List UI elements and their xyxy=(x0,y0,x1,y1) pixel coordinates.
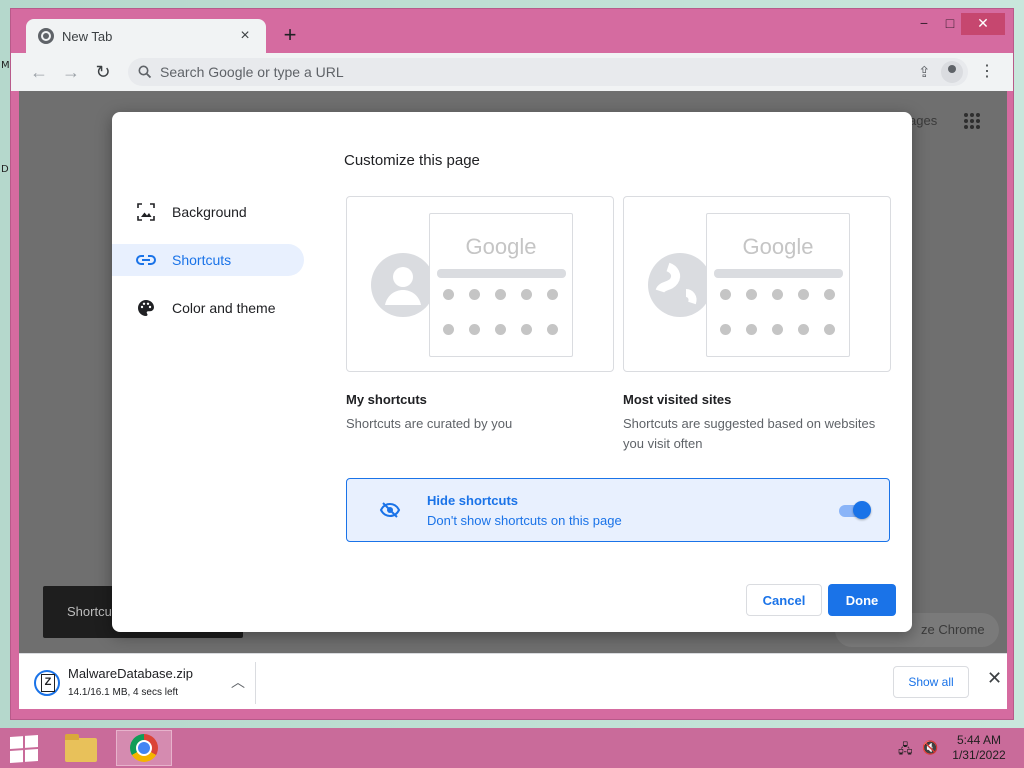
globe-icon xyxy=(648,253,712,317)
sidebar-item-label: Color and theme xyxy=(172,300,276,316)
hide-shortcuts-option[interactable]: Hide shortcuts Don't show shortcuts on t… xyxy=(346,478,890,542)
close-shelf-icon[interactable]: ✕ xyxy=(987,668,1002,689)
my-shortcuts-label: My shortcuts xyxy=(346,392,427,407)
chevron-up-icon[interactable]: ︿ xyxy=(231,672,245,692)
chrome-favicon-icon xyxy=(38,28,54,44)
most-visited-card[interactable]: Google xyxy=(623,196,891,372)
clock-time: 5:44 AM xyxy=(956,733,1002,747)
forward-arrow-icon[interactable]: → xyxy=(57,58,85,86)
done-button[interactable]: Done xyxy=(828,584,896,616)
divider xyxy=(255,662,256,704)
share-icon[interactable]: ⇪ xyxy=(918,63,931,81)
search-icon xyxy=(138,65,152,79)
reload-icon[interactable]: ↻ xyxy=(89,58,117,86)
customize-dialog: Customize this page Background Shortcuts… xyxy=(112,112,912,632)
sidebar-item-background[interactable]: Background xyxy=(112,196,304,228)
most-visited-preview: Google xyxy=(706,213,850,357)
tab-strip: New Tab × + − □ ✕ xyxy=(11,9,1013,53)
show-all-button[interactable]: Show all xyxy=(893,666,969,698)
network-icon[interactable]: 🖧 xyxy=(898,740,913,762)
download-shelf: MalwareDatabase.zip 14.1/16.1 MB, 4 secs… xyxy=(19,653,1007,709)
my-shortcuts-card[interactable]: Google xyxy=(346,196,614,372)
new-tab-button[interactable]: + xyxy=(277,23,303,49)
search-bar-preview xyxy=(714,269,843,278)
cancel-button[interactable]: Cancel xyxy=(746,584,822,616)
user-avatar-icon xyxy=(371,253,435,317)
back-arrow-icon[interactable]: ← xyxy=(25,58,53,86)
most-visited-label: Most visited sites xyxy=(623,392,732,407)
tab-new-tab[interactable]: New Tab × xyxy=(26,19,266,53)
download-status: 14.1/16.1 MB, 4 secs left xyxy=(68,687,179,698)
volume-muted-icon[interactable]: 🔇 xyxy=(922,740,938,756)
close-window-button[interactable]: ✕ xyxy=(961,13,1005,35)
system-clock[interactable]: 5:44 AM 1/31/2022 xyxy=(946,733,1012,763)
apps-grid-icon[interactable] xyxy=(964,113,980,129)
sidebar-item-color-theme[interactable]: Color and theme xyxy=(112,292,304,324)
my-shortcuts-description: Shortcuts are curated by you xyxy=(346,416,513,431)
file-explorer-icon[interactable] xyxy=(62,732,100,764)
clock-date: 1/31/2022 xyxy=(952,748,1006,762)
sidebar-item-label: Background xyxy=(172,204,247,220)
chrome-taskbar-button[interactable] xyxy=(116,730,172,766)
zip-file-icon xyxy=(34,670,60,696)
google-logo-preview: Google xyxy=(742,234,814,259)
desktop-icon-fragment[interactable]: M xyxy=(1,60,10,71)
hide-shortcuts-toggle[interactable] xyxy=(837,501,871,519)
most-visited-description: Shortcuts are suggested based on website… xyxy=(623,416,876,451)
hide-shortcuts-subtitle: Don't show shortcuts on this page xyxy=(427,513,622,528)
sidebar-item-shortcuts[interactable]: Shortcuts xyxy=(112,244,304,276)
toggle-knob xyxy=(853,501,871,519)
search-bar-preview xyxy=(437,269,566,278)
omnibox[interactable]: Search Google or type a URL ⇪ ☆ xyxy=(128,58,968,86)
google-logo-preview: Google xyxy=(465,234,537,259)
browser-toolbar: ← → ↻ Search Google or type a URL ⇪ ☆ ⋮ xyxy=(11,53,1013,91)
menu-dots-icon[interactable]: ⋮ xyxy=(977,61,997,81)
close-tab-icon[interactable]: × xyxy=(236,27,254,45)
profile-avatar-icon[interactable] xyxy=(941,61,963,83)
desktop-icon-fragment[interactable]: D xyxy=(1,164,9,175)
link-icon xyxy=(136,250,156,270)
dialog-title: Customize this page xyxy=(344,152,480,169)
omnibox-placeholder: Search Google or type a URL xyxy=(160,64,344,80)
taskbar: 🖧 🔇 5:44 AM 1/31/2022 xyxy=(0,728,1024,768)
eye-off-icon xyxy=(379,502,401,518)
shortcut-tiles-preview xyxy=(443,289,563,335)
chrome-logo-icon xyxy=(130,734,158,762)
hide-shortcuts-title: Hide shortcuts xyxy=(427,493,519,508)
shortcut-tiles-preview xyxy=(720,289,840,335)
sidebar-item-label: Shortcuts xyxy=(172,252,232,268)
image-icon xyxy=(136,202,156,222)
download-file-name[interactable]: MalwareDatabase.zip xyxy=(68,666,193,681)
shortcuts-preview: Google xyxy=(429,213,573,357)
images-link[interactable]: ages xyxy=(909,113,937,128)
windows-start-icon[interactable] xyxy=(10,735,38,763)
palette-icon xyxy=(136,298,156,318)
tab-title: New Tab xyxy=(62,28,113,44)
